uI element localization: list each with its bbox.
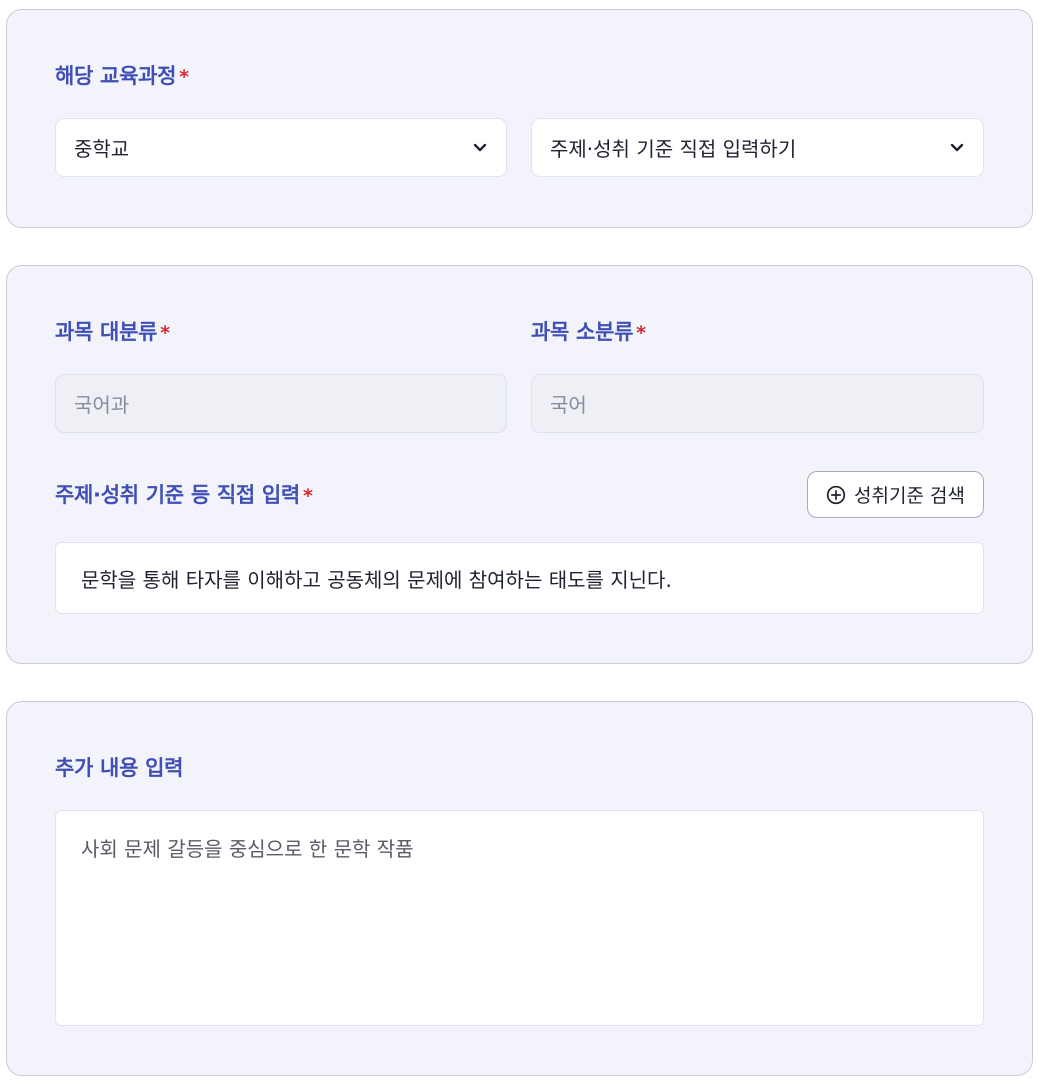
input-mode-value: 주제·성취 기준 직접 입력하기: [550, 137, 797, 161]
input-mode-select[interactable]: 주제·성취 기준 직접 입력하기: [531, 118, 984, 177]
search-standard-button-label: 성취기준 검색: [854, 485, 965, 507]
subject-major-label-text: 과목 대분류: [55, 320, 158, 344]
standard-label-text: 주제·성취 기준 등 직접 입력: [55, 483, 300, 507]
standard-input-value: 문학을 통해 타자를 이해하고 공동체의 문제에 참여하는 태도를 지닌다.: [81, 567, 672, 592]
required-mark: *: [636, 322, 646, 344]
curriculum-label-text: 해당 교육과정: [55, 64, 177, 88]
search-standard-button[interactable]: 성취기준 검색: [807, 471, 984, 518]
plus-circle-icon: [826, 485, 846, 505]
chevron-down-icon: [472, 140, 488, 156]
subject-minor-label: 과목 소분류 *: [531, 316, 646, 346]
required-mark: *: [302, 485, 313, 507]
curriculum-label: 해당 교육과정 *: [55, 60, 189, 90]
standard-label: 주제·성취 기준 등 직접 입력 *: [55, 479, 313, 509]
subject-minor-value: 국어: [550, 393, 587, 417]
required-mark: *: [179, 66, 189, 88]
chevron-down-icon: [949, 140, 965, 156]
school-level-value: 중학교: [74, 137, 130, 161]
school-level-select[interactable]: 중학교: [55, 118, 507, 177]
required-mark: *: [160, 322, 170, 344]
extra-textarea-value: 사회 문제 갈등을 중심으로 한 문학 작품: [81, 837, 414, 861]
subject-major-field: 국어과: [55, 374, 507, 433]
extra-textarea[interactable]: 사회 문제 갈등을 중심으로 한 문학 작품: [55, 810, 984, 1026]
extra-label: 추가 내용 입력: [55, 752, 183, 782]
standard-input[interactable]: 문학을 통해 타자를 이해하고 공동체의 문제에 참여하는 태도를 지닌다.: [55, 542, 984, 614]
extra-label-text: 추가 내용 입력: [55, 756, 184, 780]
subject-major-label: 과목 대분류 *: [55, 316, 170, 346]
subject-minor-label-text: 과목 소분류: [531, 320, 634, 344]
subject-major-value: 국어과: [74, 393, 130, 417]
subject-minor-field: 국어: [531, 374, 984, 433]
